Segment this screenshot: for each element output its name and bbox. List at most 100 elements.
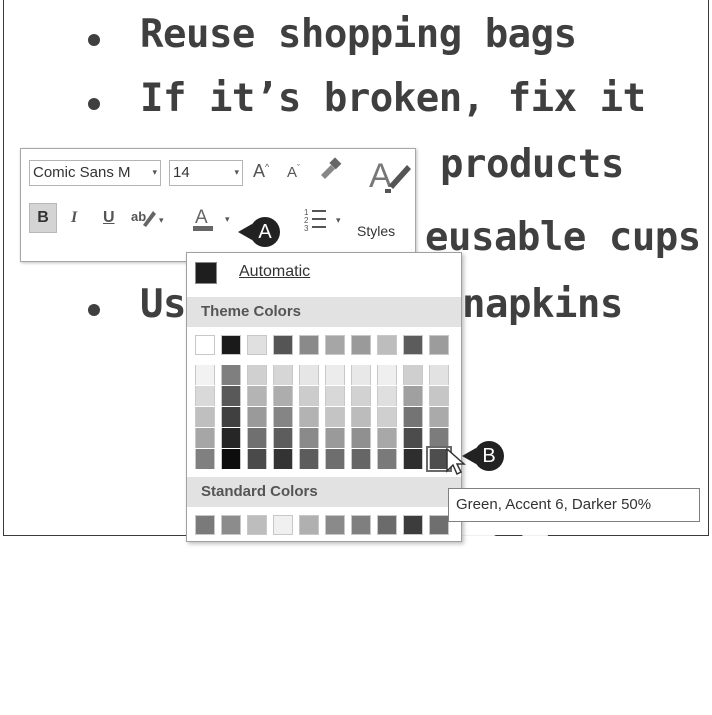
theme-shade-swatch[interactable] xyxy=(273,449,293,469)
theme-shade-swatch[interactable] xyxy=(273,407,293,427)
styles-label[interactable]: Styles xyxy=(357,223,395,239)
theme-shade-swatch[interactable] xyxy=(299,407,319,427)
theme-shade-swatch[interactable] xyxy=(221,407,241,427)
theme-color-swatch[interactable] xyxy=(429,335,449,355)
theme-shade-swatch[interactable] xyxy=(325,365,345,385)
theme-color-swatch[interactable] xyxy=(377,335,397,355)
italic-button[interactable]: I xyxy=(71,209,77,227)
theme-shade-swatch[interactable] xyxy=(429,428,449,448)
font-size-value: 14 xyxy=(173,164,190,181)
theme-shade-swatch[interactable] xyxy=(377,428,397,448)
numbering-icon[interactable]: 1 2 3 ▾ xyxy=(304,205,350,238)
theme-shade-swatch[interactable] xyxy=(377,407,397,427)
theme-shade-swatch[interactable] xyxy=(299,365,319,385)
theme-shade-swatch[interactable] xyxy=(299,386,319,406)
shrink-font-button[interactable]: Aˇ xyxy=(287,163,300,181)
standard-color-swatch[interactable] xyxy=(273,515,293,535)
theme-shade-swatch[interactable] xyxy=(403,365,423,385)
styles-icon[interactable]: A xyxy=(367,155,415,202)
theme-shade-swatch[interactable] xyxy=(377,365,397,385)
theme-color-swatch[interactable] xyxy=(221,335,241,355)
theme-color-swatch[interactable] xyxy=(351,335,371,355)
theme-shade-swatch[interactable] xyxy=(403,449,423,469)
standard-color-swatch[interactable] xyxy=(221,515,241,535)
theme-shade-swatch[interactable] xyxy=(403,428,423,448)
theme-color-swatch[interactable] xyxy=(195,335,215,355)
theme-shade-swatch[interactable] xyxy=(351,365,371,385)
callout-a: A xyxy=(250,217,280,247)
format-painter-icon[interactable] xyxy=(317,157,343,186)
theme-shade-swatch[interactable] xyxy=(325,449,345,469)
standard-color-swatch[interactable] xyxy=(403,515,423,535)
font-name-value: Comic Sans M xyxy=(33,164,131,181)
standard-color-swatch[interactable] xyxy=(195,515,215,535)
theme-shade-swatch[interactable] xyxy=(221,428,241,448)
theme-shade-swatch[interactable] xyxy=(377,449,397,469)
font-color-menu: Automatic Theme Colors Standard Colors xyxy=(186,252,462,542)
theme-shade-swatch[interactable] xyxy=(247,407,267,427)
theme-shade-swatch[interactable] xyxy=(377,386,397,406)
automatic-color-option[interactable]: Automatic xyxy=(187,253,461,295)
slide-line-1: Reuse shopping bags xyxy=(140,12,577,57)
theme-shade-swatch[interactable] xyxy=(247,449,267,469)
theme-color-swatch[interactable] xyxy=(325,335,345,355)
callout-b: B xyxy=(474,441,504,471)
theme-shade-swatch[interactable] xyxy=(247,386,267,406)
theme-shade-swatch[interactable] xyxy=(403,407,423,427)
svg-text:ab: ab xyxy=(131,209,146,224)
theme-shade-swatch[interactable] xyxy=(351,449,371,469)
theme-shade-swatch[interactable] xyxy=(195,407,215,427)
slide-line-6: napkins xyxy=(462,282,623,327)
theme-shade-swatch[interactable] xyxy=(221,449,241,469)
theme-shade-swatch[interactable] xyxy=(195,365,215,385)
theme-shade-swatch[interactable] xyxy=(273,386,293,406)
bullet xyxy=(88,34,100,46)
svg-text:3: 3 xyxy=(304,224,309,233)
theme-shade-swatch[interactable] xyxy=(195,386,215,406)
standard-color-swatch[interactable] xyxy=(351,515,371,535)
theme-shade-swatch[interactable] xyxy=(403,386,423,406)
theme-shade-swatch[interactable] xyxy=(429,365,449,385)
theme-shade-swatch[interactable] xyxy=(273,428,293,448)
theme-color-swatch[interactable] xyxy=(273,335,293,355)
bullet xyxy=(88,304,100,316)
theme-shade-swatch[interactable] xyxy=(299,428,319,448)
theme-shade-swatch[interactable] xyxy=(247,365,267,385)
theme-colors-heading: Theme Colors xyxy=(187,297,461,327)
theme-shade-swatch[interactable] xyxy=(351,428,371,448)
theme-shade-swatch[interactable] xyxy=(325,407,345,427)
grow-font-button[interactable]: A^ xyxy=(253,161,269,182)
theme-shade-swatch[interactable] xyxy=(247,428,267,448)
standard-color-swatch[interactable] xyxy=(325,515,345,535)
bold-button[interactable]: B xyxy=(29,203,57,233)
font-size-select[interactable]: 14 ▾ xyxy=(169,160,243,186)
chevron-down-icon: ▾ xyxy=(152,167,157,177)
theme-shade-swatch[interactable] xyxy=(429,407,449,427)
underline-button[interactable]: U xyxy=(103,209,115,227)
theme-shade-swatch[interactable] xyxy=(221,365,241,385)
slide-line-4: eusable cups xyxy=(425,215,701,260)
theme-color-swatch[interactable] xyxy=(299,335,319,355)
theme-shade-swatch[interactable] xyxy=(351,407,371,427)
automatic-label: Automatic xyxy=(239,263,311,280)
theme-shade-swatch[interactable] xyxy=(325,386,345,406)
theme-shade-swatch[interactable] xyxy=(325,428,345,448)
theme-shade-swatch[interactable] xyxy=(195,449,215,469)
theme-color-swatch[interactable] xyxy=(403,335,423,355)
theme-shade-swatch[interactable] xyxy=(429,386,449,406)
theme-shade-swatch[interactable] xyxy=(299,449,319,469)
font-name-select[interactable]: Comic Sans M ▾ xyxy=(29,160,161,186)
highlight-icon[interactable]: ab ▾ xyxy=(131,205,167,236)
theme-shade-swatch[interactable] xyxy=(273,365,293,385)
bullet xyxy=(88,98,100,110)
standard-color-swatch[interactable] xyxy=(429,515,449,535)
standard-color-swatch[interactable] xyxy=(247,515,267,535)
theme-shade-swatch[interactable] xyxy=(195,428,215,448)
slide-line-5: Us xyxy=(140,282,186,327)
theme-shade-swatch[interactable] xyxy=(351,386,371,406)
svg-text:▾: ▾ xyxy=(336,215,341,225)
standard-color-swatch[interactable] xyxy=(299,515,319,535)
theme-shade-swatch[interactable] xyxy=(221,386,241,406)
theme-color-swatch[interactable] xyxy=(247,335,267,355)
standard-color-swatch[interactable] xyxy=(377,515,397,535)
